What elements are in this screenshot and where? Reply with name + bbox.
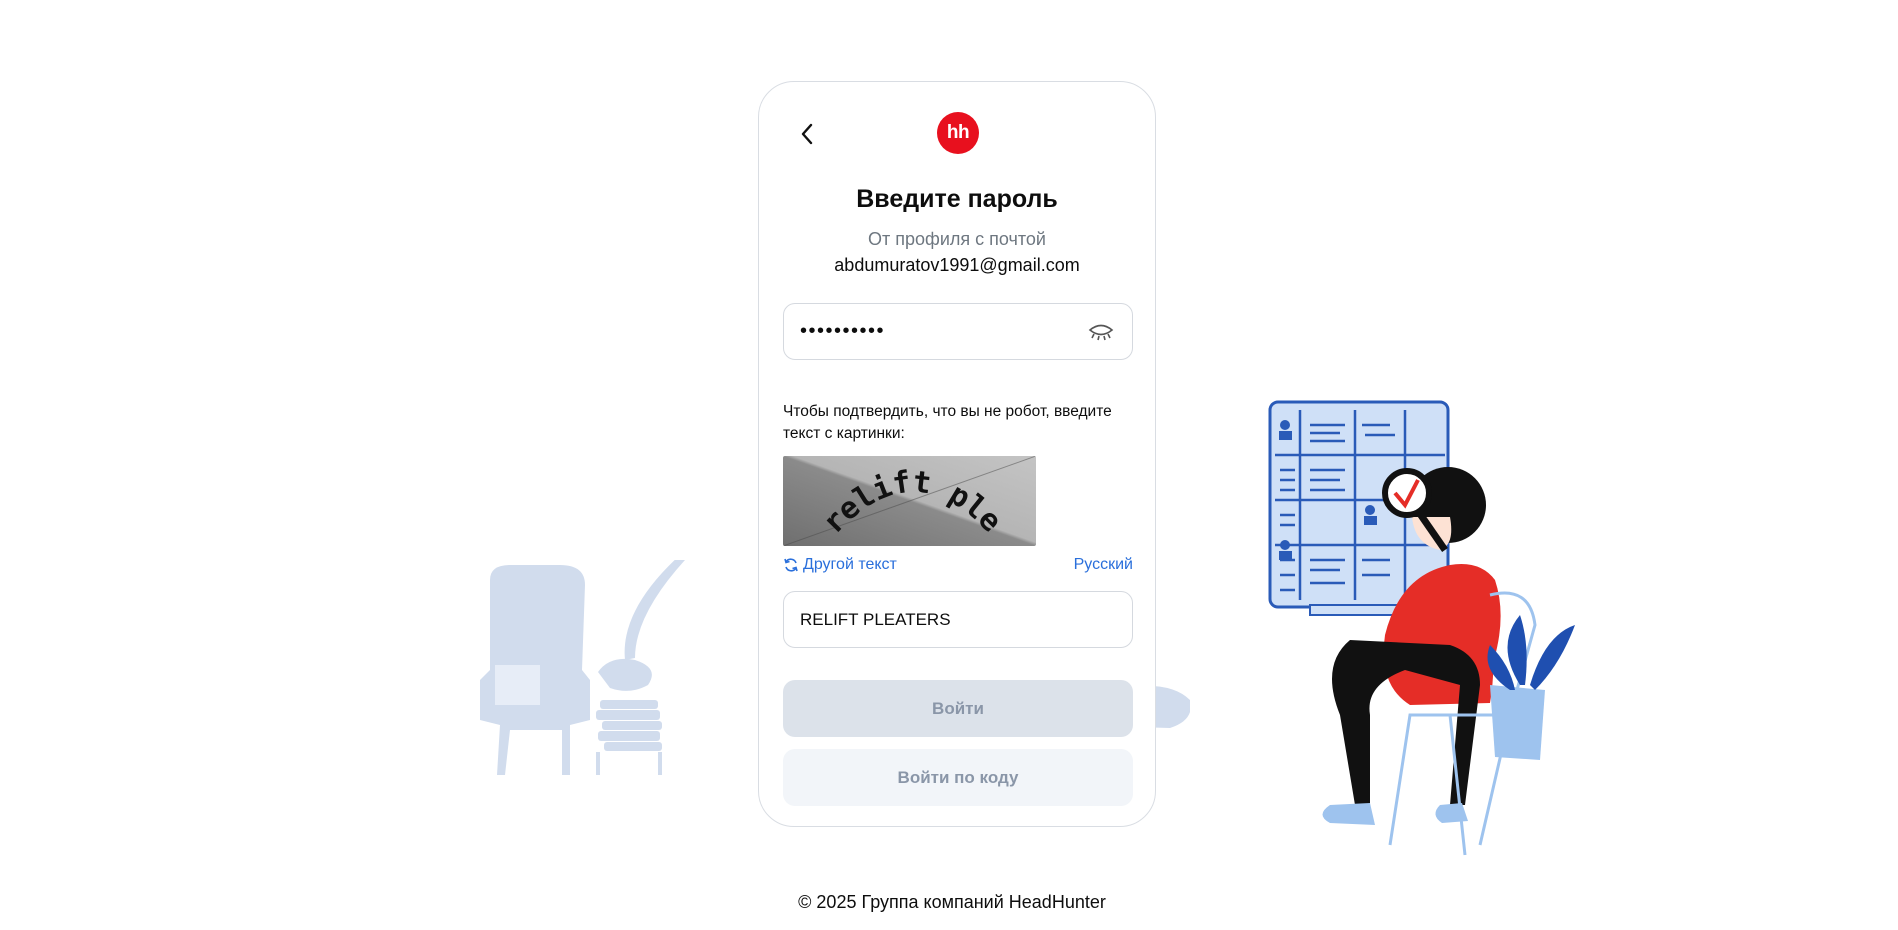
footer-copyright: © 2025 Группа компаний HeadHunter [798,892,1106,912]
captcha-language-link[interactable]: Русский [1074,556,1133,574]
login-card: hh Введите пароль От профиля с почтой ab… [758,81,1156,827]
login-by-code-button[interactable]: Войти по коду [783,749,1133,806]
captcha-image: relift pleaters [783,456,1036,546]
login-page: hh Введите пароль От профиля с почтой ab… [0,0,1898,930]
hh-logo: hh [937,112,979,154]
password-value[interactable]: •••••••••• [800,320,1086,343]
password-field[interactable]: •••••••••• [783,303,1133,360]
captcha-refresh-label[interactable]: Другой текст [803,556,897,574]
profile-email: abdumuratov1991@gmail.com [834,255,1080,275]
eye-closed-icon[interactable] [1086,317,1116,347]
recruiter-illustration [1268,400,1575,856]
captcha-refresh-link[interactable]: Другой текст [783,556,897,574]
profile-subtitle: От профиля с почтой [868,229,1046,249]
login-button[interactable]: Войти [783,680,1133,737]
captcha-prompt: Чтобы подтвердить, что вы не робот, введ… [783,403,1112,442]
back-button[interactable] [789,116,825,152]
refresh-icon [784,558,798,572]
captcha-input[interactable]: RELIFT PLEATERS [783,591,1133,648]
chevron-left-icon [801,123,813,145]
page-title: Введите пароль [856,185,1058,213]
